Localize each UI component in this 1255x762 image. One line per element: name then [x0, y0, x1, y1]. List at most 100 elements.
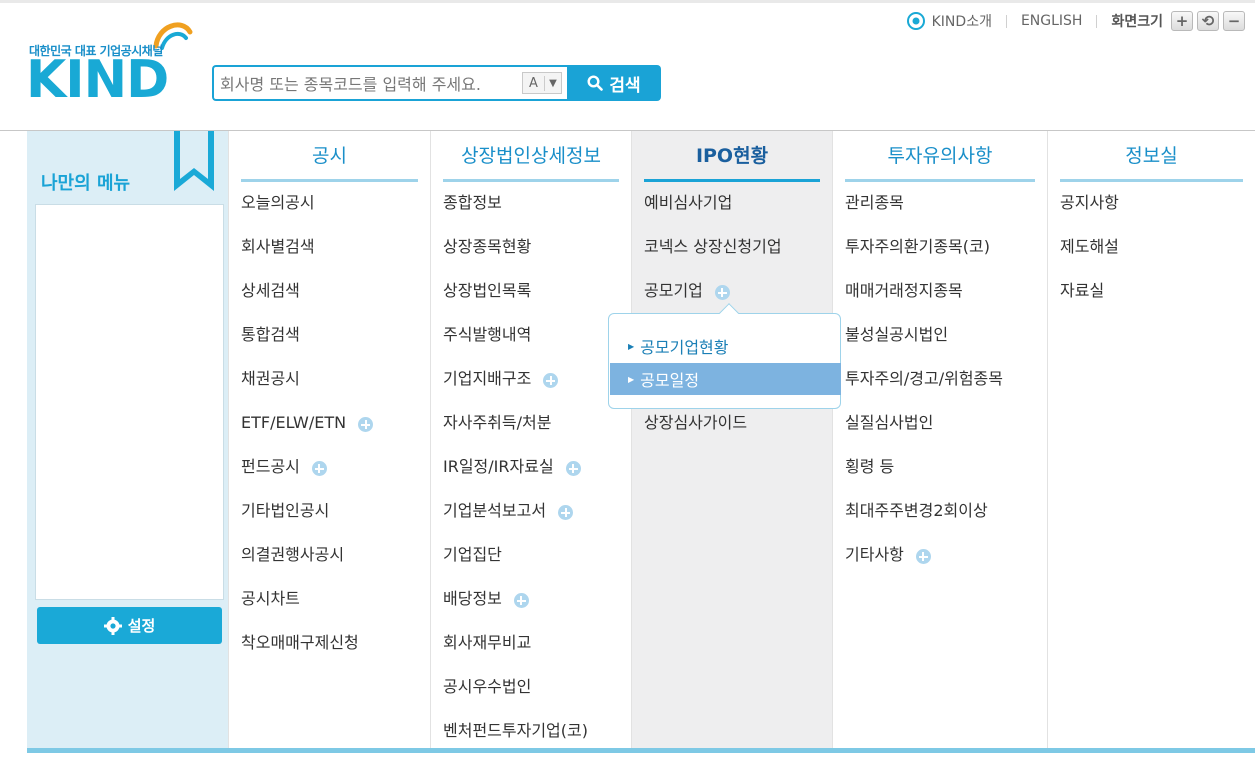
menu-item-label: IR일정/IR자료실	[443, 457, 554, 476]
expand-plus-icon[interactable]	[513, 593, 529, 608]
column-title[interactable]: 정보실	[1060, 144, 1243, 182]
submenu-item-ipo-companies[interactable]: ▶ 공모기업현황	[610, 330, 841, 362]
menu-column-info-room: 정보실 공지사항 제도해설 자료실	[1047, 131, 1255, 748]
menu-item[interactable]: 채권공시	[241, 366, 373, 410]
menu-item-label: 공모기업	[644, 281, 703, 300]
menu-item[interactable]: 회사재무비교	[443, 630, 588, 674]
utility-bar: KIND소개 ENGLISH 화면크기 + ⟲ −	[906, 10, 1245, 32]
menu-item[interactable]: 의결권행사공시	[241, 542, 373, 586]
menu-item-label: 매매거래정지종목	[845, 281, 963, 300]
menu-item[interactable]: 공시우수법인	[443, 674, 588, 718]
expand-plus-icon[interactable]	[915, 549, 931, 564]
menu-item-label: 공시우수법인	[443, 677, 532, 696]
menu-item[interactable]: 공시차트	[241, 586, 373, 630]
expand-plus-icon[interactable]	[543, 373, 559, 388]
menu-item[interactable]: 예비심사기업	[644, 190, 782, 234]
divider	[1096, 14, 1098, 28]
bullet-triangle-icon: ▶	[628, 374, 635, 384]
menu-item-label: 상장심사가이드	[644, 413, 748, 432]
expand-plus-icon[interactable]	[558, 505, 574, 520]
menu-column-investor-caution: 투자유의사항 관리종목투자주의환기종목(코) 매매거래정지종목불성실공시법인투자주…	[832, 131, 1047, 748]
menu-item[interactable]: 투자주의환기종목(코)	[845, 234, 1003, 278]
my-menu-list[interactable]	[35, 204, 224, 600]
menu-item[interactable]: 주식발행내역	[443, 322, 588, 366]
kind-logo[interactable]: 대한민국 대표 기업공시채널 KIND	[26, 16, 198, 108]
menu-item-label: ETF/ELW/ETN	[241, 413, 347, 432]
column-title[interactable]: 상장법인상세정보	[443, 144, 619, 182]
menu-item[interactable]: 불성실공시법인	[845, 322, 1003, 366]
menu-item-label: 기업지배구조	[443, 369, 532, 388]
column-title[interactable]: IPO현황	[644, 144, 820, 182]
menu-item[interactable]: 공지사항	[1060, 190, 1119, 234]
menu-item[interactable]: 오늘의공시	[241, 190, 373, 234]
menu-item[interactable]: 펀드공시	[241, 454, 373, 498]
submenu-item-label: 공모기업현황	[640, 338, 729, 357]
my-menu-panel: 나만의 메뉴 설정	[27, 131, 228, 748]
menu-item-label: 벤처펀드투자기업(코)	[443, 721, 588, 740]
menu-item[interactable]: 기업집단	[443, 542, 588, 586]
menu-item[interactable]: 기업지배구조	[443, 366, 588, 410]
menu-item-label: 투자주의환기종목(코)	[845, 237, 990, 256]
menu-item[interactable]: 관리종목	[845, 190, 1003, 234]
menu-item[interactable]: IR일정/IR자료실	[443, 454, 588, 498]
expand-plus-icon[interactable]	[311, 461, 327, 476]
menu-item[interactable]: 상장법인목록	[443, 278, 588, 322]
menu-item[interactable]: 횡령 등	[845, 454, 1003, 498]
my-menu-settings-button[interactable]: 설정	[37, 607, 222, 644]
zoom-in-button[interactable]: +	[1171, 11, 1193, 31]
expand-plus-icon[interactable]	[565, 461, 581, 476]
menu-item[interactable]: 코넥스 상장신청기업	[644, 234, 782, 278]
menu-item-label: 상장법인목록	[443, 281, 532, 300]
dropdown-arrow-icon: ▼	[549, 77, 557, 89]
menu-item[interactable]: 기타법인공시	[241, 498, 373, 542]
menu-item-label: 기업집단	[443, 545, 502, 564]
menu-item-label: 오늘의공시	[241, 193, 315, 212]
column-title[interactable]: 공시	[241, 144, 418, 182]
column-title[interactable]: 투자유의사항	[845, 144, 1035, 182]
menu-item[interactable]: 투자주의/경고/위험종목	[845, 366, 1003, 410]
menu-item-label: 관리종목	[845, 193, 904, 212]
search-box: A ▼	[212, 65, 569, 101]
menu-item[interactable]: 자사주취득/처분	[443, 410, 588, 454]
kind-globe-icon	[906, 12, 925, 30]
menu-item-label: 불성실공시법인	[845, 325, 949, 344]
english-link[interactable]: ENGLISH	[1021, 13, 1083, 29]
menu-item[interactable]: 제도해설	[1060, 234, 1119, 278]
menu-item[interactable]: 상장심사가이드	[644, 410, 782, 454]
menu-item[interactable]: 회사별검색	[241, 234, 373, 278]
menu-item[interactable]: 자료실	[1060, 278, 1119, 322]
menu-item-label: 주식발행내역	[443, 325, 532, 344]
screen-size-label: 화면크기	[1111, 14, 1163, 30]
menu-list: 종합정보 상장종목현황상장법인목록주식발행내역기업지배구조자사주취득/처분 IR일정…	[443, 190, 588, 762]
zoom-out-button[interactable]: −	[1223, 11, 1245, 31]
menu-item-label: 투자주의/경고/위험종목	[845, 369, 1003, 388]
menu-item-label: 코넥스 상장신청기업	[644, 237, 782, 256]
zoom-reset-button[interactable]: ⟲	[1197, 11, 1219, 31]
menu-item[interactable]: 배당정보	[443, 586, 588, 630]
expand-plus-icon[interactable]	[714, 285, 730, 300]
menu-item[interactable]: 착오매매구제신청	[241, 630, 373, 674]
search-input[interactable]	[220, 73, 520, 95]
menu-list: 오늘의공시회사별검색 상세검색통합검색채권공시 ETF/ELW/ETN 펀드공시 기타법…	[241, 190, 374, 674]
menu-item[interactable]: 최대주주변경2회이상	[845, 498, 1003, 542]
expand-plus-icon[interactable]	[358, 417, 374, 432]
menu-item[interactable]: 벤처펀드투자기업(코)	[443, 718, 588, 762]
menu-item[interactable]: 기업분석보고서	[443, 498, 588, 542]
gear-icon	[103, 616, 122, 635]
menu-item-label: 통합검색	[241, 325, 300, 344]
search-type-select[interactable]: A ▼	[522, 72, 562, 94]
menu-item[interactable]: ETF/ELW/ETN	[241, 410, 374, 454]
menu-item-label: 회사재무비교	[443, 633, 532, 652]
submenu-item-ipo-schedule[interactable]: ▶ 공모일정	[610, 363, 841, 395]
bottom-accent-bar	[27, 748, 1255, 753]
kind-intro-link[interactable]: KIND소개	[906, 11, 992, 31]
menu-item[interactable]: 종합정보	[443, 190, 588, 234]
kind-intro-label: KIND소개	[931, 14, 992, 30]
menu-item[interactable]: 통합검색	[241, 322, 373, 366]
menu-item[interactable]: 상장종목현황	[443, 234, 588, 278]
menu-item[interactable]: 기타사항	[845, 542, 1003, 586]
menu-item[interactable]: 상세검색	[241, 278, 373, 322]
menu-item[interactable]: 매매거래정지종목	[845, 278, 1003, 322]
menu-item[interactable]: 실질심사법인	[845, 410, 1003, 454]
search-button[interactable]: 검색	[567, 65, 661, 101]
